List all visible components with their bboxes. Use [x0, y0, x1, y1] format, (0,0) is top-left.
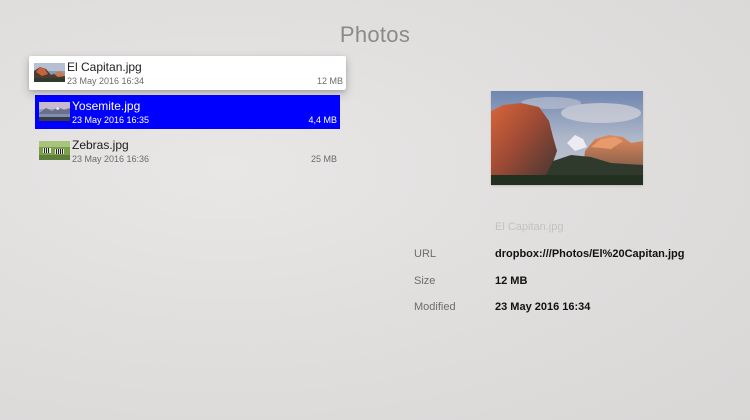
size-value: 12 MB — [495, 274, 528, 287]
file-size: 25 MB — [310, 154, 337, 164]
file-name: Zebras.jpg — [72, 138, 129, 152]
list-item-zebras[interactable]: Zebras.jpg 23 May 2016 16:36 25 MB — [35, 134, 340, 168]
mountain-sunset-thumbnail-icon — [34, 63, 65, 82]
file-date: 23 May 2016 16:35 — [72, 115, 150, 125]
zebras-grassland-thumbnail-icon — [39, 141, 70, 160]
file-date: 23 May 2016 16:34 — [67, 76, 145, 86]
list-item-yosemite[interactable]: Yosemite.jpg 23 May 2016 16:35 4,4 MB — [35, 95, 340, 129]
file-name: Yosemite.jpg — [72, 99, 141, 113]
file-list: El Capitan.jpg 23 May 2016 16:34 12 MB Y… — [29, 56, 346, 173]
mountain-lake-thumbnail-icon — [39, 102, 70, 121]
page-title: Photos — [339, 22, 411, 47]
list-item-el-capitan[interactable]: El Capitan.jpg 23 May 2016 16:34 12 MB — [29, 56, 346, 90]
url-value: dropbox:///Photos/El%20Capitan.jpg — [495, 248, 685, 260]
modified-label: Modified — [414, 301, 456, 313]
file-name: El Capitan.jpg — [67, 60, 142, 74]
modified-value: 23 May 2016 16:34 — [495, 301, 591, 313]
file-date: 23 May 2016 16:36 — [72, 154, 150, 164]
url-label: URL — [414, 248, 437, 260]
preview-caption: El Capitan.jpg — [495, 221, 564, 233]
file-size: 4,4 MB — [308, 115, 337, 125]
size-label: Size — [414, 274, 436, 287]
file-size: 12 MB — [316, 76, 343, 86]
el-capitan-preview-image-icon — [491, 91, 643, 185]
